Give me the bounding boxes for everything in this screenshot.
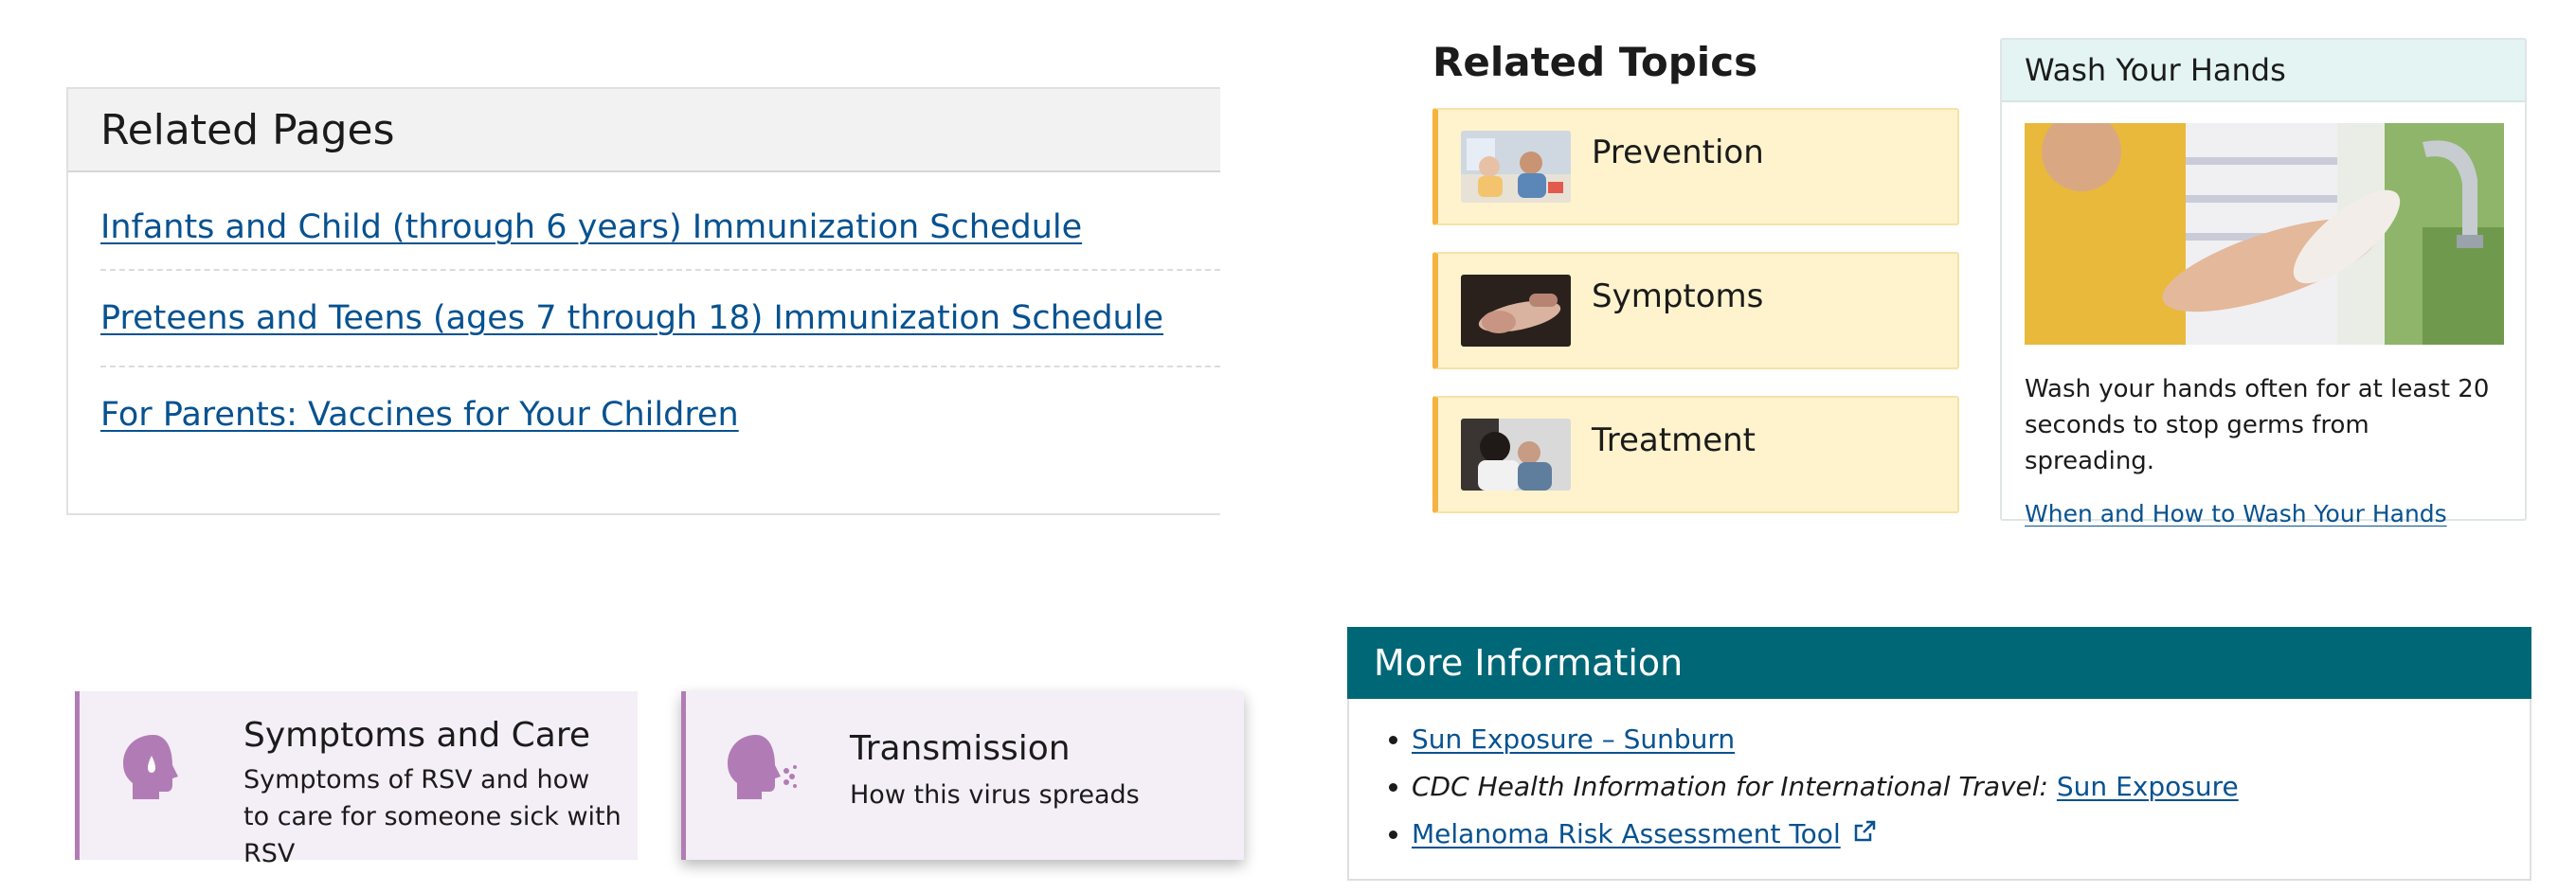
vaccines-for-parents-link[interactable]: For Parents: Vaccines for Your Children — [100, 396, 739, 434]
wash-hands-link[interactable]: When and How to Wash Your Hands — [2025, 500, 2447, 527]
symptoms-and-care-title: Symptoms and Care — [243, 716, 591, 755]
topic-card-treatment[interactable]: Treatment — [1432, 396, 1959, 513]
list-item: For Parents: Vaccines for Your Children — [100, 367, 1220, 462]
immunization-schedule-infants-link[interactable]: Infants and Child (through 6 years) Immu… — [100, 208, 1082, 246]
transmission-description: How this virus spreads — [850, 780, 1140, 810]
topic-card-symptoms[interactable]: Symptoms — [1432, 252, 1959, 369]
travel-info-label: CDC Health Information for International… — [1412, 771, 2048, 802]
list-item: Sun Exposure – Sunburn — [1412, 716, 2530, 763]
related-topics-title: Related Topics — [1432, 39, 1758, 85]
symptoms-and-care-card[interactable]: Symptoms and Care Symptoms of RSV and ho… — [75, 691, 638, 868]
list-item: CDC Health Information for International… — [1412, 763, 2530, 811]
symptoms-and-care-description: Symptoms of RSV and how to care for some… — [243, 765, 621, 868]
prevention-thumbnail — [1461, 131, 1571, 203]
wash-hands-title: Wash Your Hands — [2002, 40, 2525, 102]
topic-label-symptoms: Symptoms — [1592, 277, 1764, 315]
head-tear-icon — [117, 729, 193, 805]
related-pages-panel: Related Pages Infants and Child (through… — [66, 87, 1220, 515]
melanoma-tool-link[interactable]: Melanoma Risk Assessment Tool — [1412, 818, 1841, 849]
wash-hands-link-wrap: When and How to Wash Your Hands — [2025, 500, 2502, 527]
wash-hands-text: Wash your hands often for at least 20 se… — [2025, 375, 2490, 475]
list-item: Preteens and Teens (ages 7 through 18) I… — [100, 271, 1220, 367]
topic-label-treatment: Treatment — [1592, 421, 1756, 459]
transmission-title: Transmission — [850, 729, 1071, 768]
sun-exposure-link[interactable]: Sun Exposure — [2057, 771, 2239, 802]
treatment-thumbnail — [1461, 419, 1571, 491]
sunburn-link[interactable]: Sun Exposure – Sunburn — [1412, 723, 1735, 755]
transmission-card[interactable]: Transmission How this virus spreads — [681, 691, 1244, 860]
handwashing-image — [2025, 123, 2504, 345]
related-pages-title: Related Pages — [68, 89, 1220, 172]
more-information-panel: More Information Sun Exposure – Sunburn … — [1347, 627, 2531, 881]
topic-card-prevention[interactable]: Prevention — [1432, 108, 1959, 225]
immunization-schedule-teens-link[interactable]: Preteens and Teens (ages 7 through 18) I… — [100, 299, 1163, 337]
list-item: Infants and Child (through 6 years) Immu… — [100, 186, 1220, 271]
wash-hands-card: Wash Your Hands Wash your hands often fo… — [2000, 38, 2527, 527]
more-information-title: More Information — [1347, 627, 2531, 699]
more-information-list: Sun Exposure – Sunburn CDC Health Inform… — [1349, 716, 2530, 859]
topic-label-prevention: Prevention — [1592, 134, 1764, 171]
symptoms-thumbnail — [1461, 275, 1571, 347]
related-pages-list: Infants and Child (through 6 years) Immu… — [68, 186, 1220, 462]
head-cough-icon — [724, 729, 800, 805]
list-item: Melanoma Risk Assessment Tool — [1412, 811, 2530, 859]
external-link-icon — [1852, 812, 1877, 859]
related-topics-panel: Related Topics Prevention Symptoms Treat… — [1432, 34, 1959, 540]
